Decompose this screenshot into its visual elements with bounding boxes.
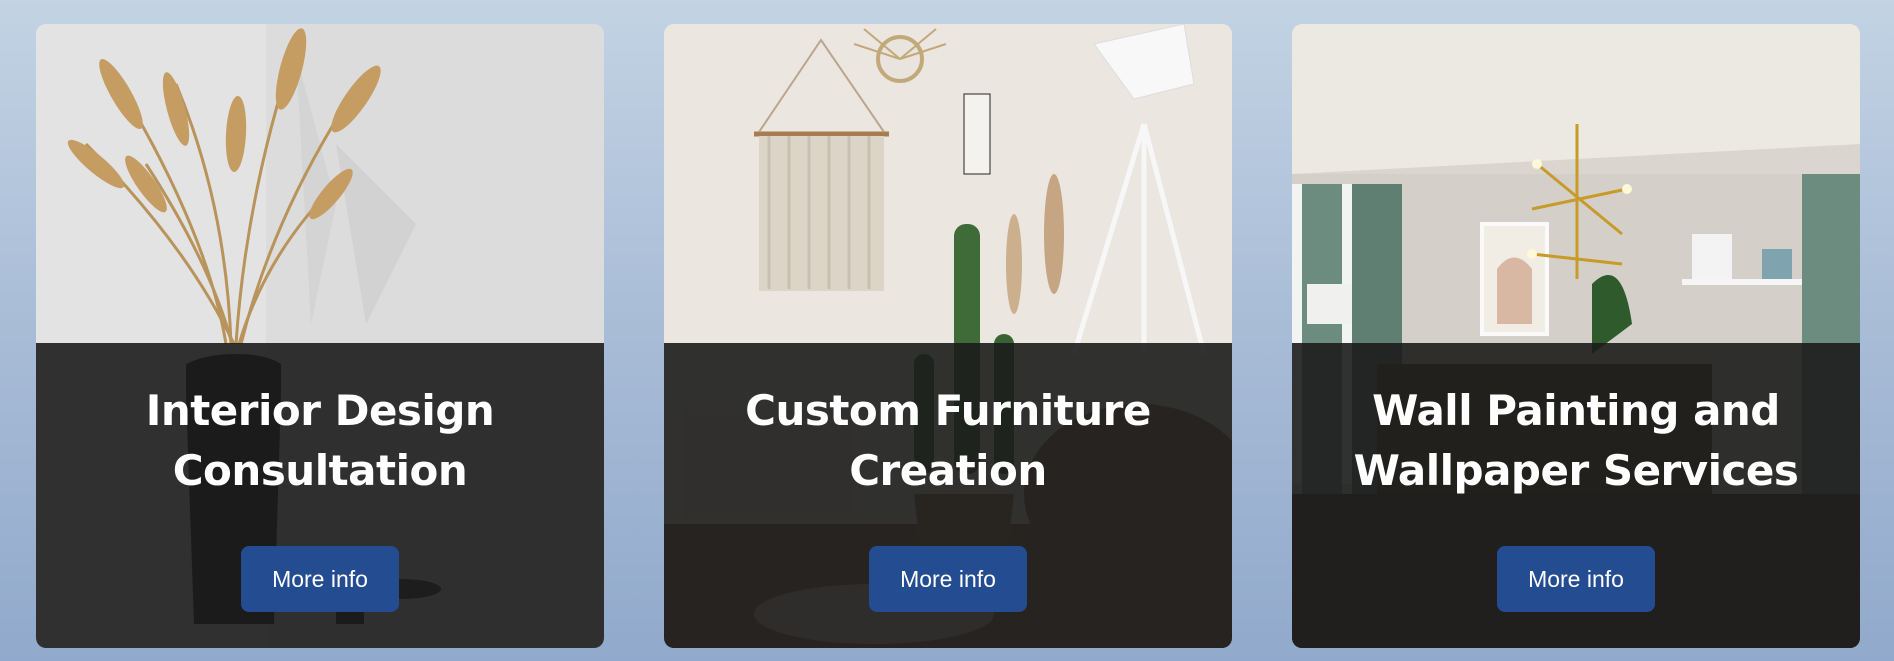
service-card-custom-furniture: Custom Furniture Creation More info: [664, 24, 1232, 648]
more-info-button[interactable]: More info: [241, 546, 399, 612]
card-title-line: Wall Painting and: [1372, 386, 1780, 435]
more-info-button[interactable]: More info: [869, 546, 1027, 612]
card-title-line: Consultation: [172, 446, 468, 495]
service-card-wall-painting: Wall Painting and Wallpaper Services Mor…: [1292, 24, 1860, 648]
card-title-line: Creation: [849, 446, 1047, 495]
card-title-line: Custom Furniture: [745, 386, 1151, 435]
card-title: Wall Painting and Wallpaper Services: [1292, 381, 1860, 501]
card-title-line: Wallpaper Services: [1353, 446, 1799, 495]
service-card-interior-design: Interior Design Consultation More info: [36, 24, 604, 648]
card-title: Interior Design Consultation: [36, 381, 604, 501]
card-title-line: Interior Design: [145, 386, 495, 435]
more-info-button[interactable]: More info: [1497, 546, 1655, 612]
card-title: Custom Furniture Creation: [664, 381, 1232, 501]
